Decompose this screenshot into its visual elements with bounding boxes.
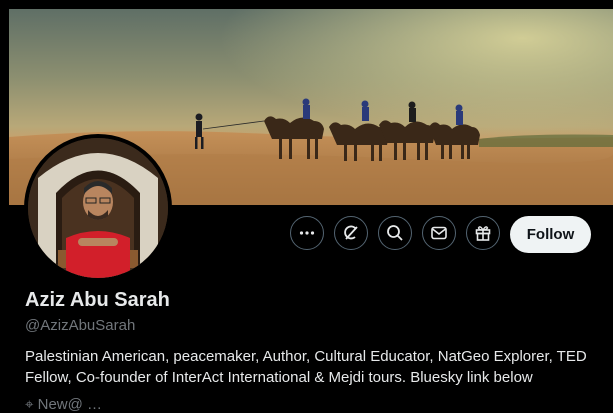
grok-button[interactable] <box>334 216 368 250</box>
search-button[interactable] <box>378 216 412 250</box>
profile-handle: @AzizAbuSarah <box>25 317 136 334</box>
avatar-image <box>28 138 168 278</box>
grok-icon <box>344 225 358 240</box>
follow-button[interactable]: Follow <box>510 216 591 253</box>
more-button[interactable] <box>290 216 324 250</box>
search-icon <box>387 225 403 241</box>
gift-button[interactable] <box>466 216 500 250</box>
profile-name: Aziz Abu Sarah <box>25 289 170 311</box>
message-icon <box>431 226 447 240</box>
more-icon <box>299 231 315 235</box>
message-button[interactable] <box>422 216 456 250</box>
gift-icon <box>475 226 491 241</box>
profile-bio: Palestinian American, peacemaker, Author… <box>25 348 587 386</box>
profile-avatar[interactable] <box>24 134 172 282</box>
